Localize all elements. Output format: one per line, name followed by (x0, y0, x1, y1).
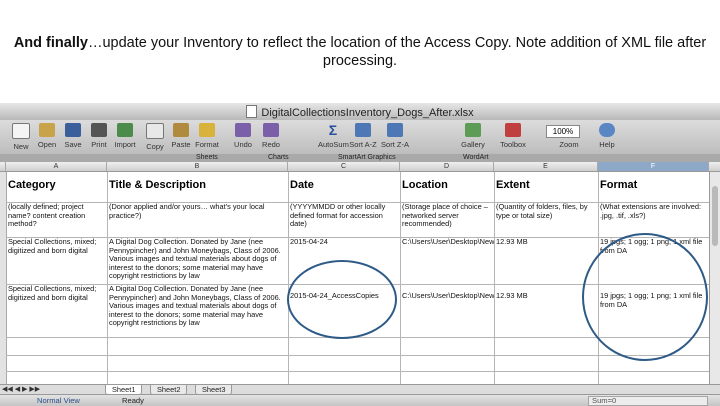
status-view[interactable]: Normal View (37, 395, 80, 406)
import-button[interactable]: Import (110, 123, 140, 153)
caption-text: …update your Inventory to reflect the lo… (87, 35, 707, 69)
column-header-d[interactable]: D (400, 162, 494, 171)
cell-access-location[interactable]: C:\Users\User\Desktop\NewAccession\Acces… (400, 284, 494, 337)
sheet-nav-buttons[interactable]: ◀◀ ◀ ▶ ▶▶ (2, 386, 40, 394)
cell-guidance-title[interactable]: (Donor applied and/or yours… what's your… (107, 202, 288, 237)
format-button[interactable]: Format (192, 123, 222, 153)
redo-icon (263, 123, 279, 137)
cell-access-title[interactable]: A Digital Dog Collection. Donated by Jan… (107, 284, 288, 337)
grid-line (6, 355, 709, 356)
cell-guidance-extent[interactable]: (Quantity of folders, files, by type or … (494, 202, 598, 237)
gallery-icon (465, 123, 481, 137)
open-icon (39, 123, 55, 137)
zoom-icon (561, 123, 577, 137)
cell-masters-extent[interactable]: 12.93 MB (494, 237, 598, 284)
header-cell-extent[interactable]: Extent (494, 172, 598, 202)
help-icon (599, 123, 615, 137)
copy-icon (146, 123, 164, 139)
autosum-icon: Σ (328, 122, 338, 138)
standard-toolbar: New Open Save Print Import Copy Paste Fo… (0, 120, 720, 154)
sort-az-icon (355, 123, 371, 137)
cell-access-category[interactable]: Special Collections, mixed; digitized an… (6, 284, 107, 337)
format-icon (199, 123, 215, 137)
annotation-circle-format (582, 233, 708, 361)
ribbon-tab-wordart[interactable]: WordArt (463, 154, 489, 162)
column-header-b[interactable]: B (107, 162, 288, 171)
annotation-circle-date (287, 260, 397, 339)
zoom-button[interactable]: Zoom (554, 123, 584, 153)
column-header-a[interactable]: A (6, 162, 107, 171)
autosum-button[interactable]: Σ AutoSum (318, 122, 349, 153)
cell-guidance-category[interactable]: (locally defined; project name? content … (6, 202, 107, 237)
caption-bold: And finally (13, 35, 88, 51)
header-cell-category[interactable]: Category (6, 172, 107, 202)
title-bar: DigitalCollectionsInventory_Dogs_After.x… (0, 103, 720, 121)
window-title: DigitalCollectionsInventory_Dogs_After.x… (261, 107, 474, 119)
status-bar: Normal View Ready Sum=0 (0, 394, 720, 406)
sort-za-icon (387, 123, 403, 137)
excel-window: DigitalCollectionsInventory_Dogs_After.x… (0, 103, 720, 406)
scroll-thumb[interactable] (712, 186, 718, 246)
sort-az-button[interactable]: Sort A-Z (348, 123, 378, 153)
header-cell-location[interactable]: Location (400, 172, 494, 202)
toolbox-button[interactable]: Toolbox (498, 123, 528, 153)
grid-line (6, 371, 709, 372)
print-icon (91, 123, 107, 137)
sort-za-button[interactable]: Sort Z-A (380, 123, 410, 153)
cell-masters-category[interactable]: Special Collections, mixed; digitized an… (6, 237, 107, 284)
column-header-f[interactable]: F (598, 162, 709, 171)
header-cell-format[interactable]: Format (598, 172, 709, 202)
redo-button[interactable]: Redo (256, 123, 286, 153)
status-sum: Sum=0 (592, 396, 617, 405)
cell-guidance-format[interactable]: (What extensions are involved: .jpg, .ti… (598, 202, 709, 237)
slide-caption: And finally…update your Inventory to ref… (0, 34, 720, 70)
ribbon-tab-smartart[interactable]: SmartArt Graphics (338, 154, 396, 162)
document-icon (246, 105, 258, 118)
save-icon (65, 123, 81, 137)
cell-guidance-date[interactable]: (YYYYMMDD or other locally defined forma… (288, 202, 400, 237)
ribbon-tab-charts[interactable]: Charts (268, 154, 289, 162)
paste-icon (173, 123, 189, 137)
import-icon (117, 123, 133, 137)
elements-ribbon: Sheets Charts SmartArt Graphics WordArt (0, 154, 720, 162)
ribbon-tab-sheets[interactable]: Sheets (196, 154, 218, 162)
help-button[interactable]: Help (592, 123, 622, 153)
spreadsheet-grid[interactable]: Category Title & Description Date Locati… (0, 172, 709, 384)
header-cell-title[interactable]: Title & Description (107, 172, 288, 202)
cell-masters-location[interactable]: C:\Users\User\Desktop\NewAccession\Maste… (400, 237, 494, 284)
cell-guidance-location[interactable]: (Storage place of choice – networked ser… (400, 202, 494, 237)
column-header-bar: A B C D E F (0, 162, 720, 172)
new-icon (12, 123, 30, 139)
column-header-e[interactable]: E (494, 162, 598, 171)
undo-button[interactable]: Undo (228, 123, 258, 153)
header-cell-date[interactable]: Date (288, 172, 400, 202)
toolbox-icon (505, 123, 521, 137)
status-ready: Ready (122, 396, 144, 405)
undo-icon (235, 123, 251, 137)
cell-masters-title[interactable]: A Digital Dog Collection. Donated by Jan… (107, 237, 288, 284)
column-header-c[interactable]: C (288, 162, 400, 171)
vertical-scrollbar[interactable] (709, 172, 720, 384)
gallery-button[interactable]: Gallery (458, 123, 488, 153)
